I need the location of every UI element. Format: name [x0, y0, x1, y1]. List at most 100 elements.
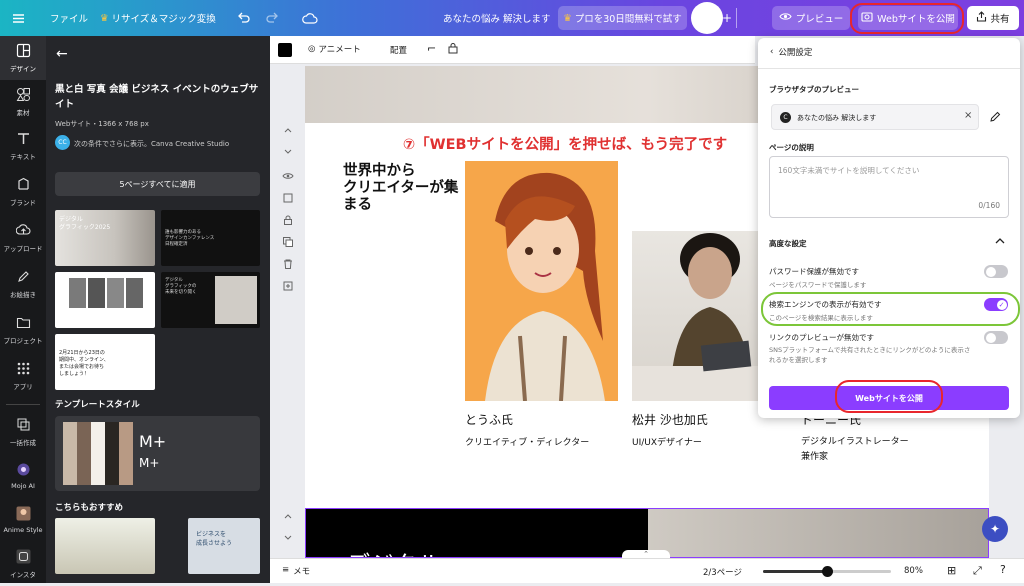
template-thumb[interactable]: 誰も影響力のある デザインカンファレンス 日程確定済 — [161, 210, 260, 266]
pro-trial-button[interactable]: ♛ プロを30日間無料で試す — [558, 6, 687, 30]
rail-item-brand[interactable]: ブランド — [0, 170, 46, 214]
zoom-value[interactable]: 80% — [904, 566, 923, 576]
help-icon[interactable]: ? — [1000, 563, 1006, 576]
description-textarea[interactable]: 160文字未満でサイトを説明してください 0/160 — [769, 156, 1009, 218]
creator-text[interactable]: 次の条件でさらに表示。Canva Creative Studio — [74, 139, 229, 149]
hamburger-icon[interactable] — [12, 0, 25, 36]
preview-button[interactable]: プレビュー — [772, 6, 850, 30]
chevron-down-icon[interactable] — [282, 532, 295, 545]
tab-title: あなたの悩み 解決します — [797, 114, 877, 122]
elements-icon — [16, 87, 31, 104]
eye-icon — [779, 12, 792, 24]
photo-placeholder — [88, 278, 105, 308]
recommend-thumb[interactable]: ビジネスを 成長させよう — [188, 518, 260, 574]
description-label: ページの説明 — [769, 143, 814, 152]
chevron-up-icon[interactable] — [282, 510, 295, 523]
template-thumb[interactable] — [55, 272, 155, 328]
rail-item-projects[interactable]: プロジェクト — [0, 308, 46, 352]
chevron-up-icon[interactable]: ⌃ — [622, 550, 670, 558]
resize-magic-button[interactable]: ♛ リサイズ＆マジック変換 — [100, 0, 216, 36]
apply-all-pages-button[interactable]: 5ページすべてに適用 — [55, 172, 260, 196]
back-arrow-icon[interactable]: ← — [56, 46, 68, 62]
trash-icon[interactable] — [282, 258, 295, 271]
template-thumb[interactable]: 2月21日から23日の 期間中、オンライン、 または会場でお待ち しましょう！ — [55, 334, 155, 390]
template-thumb[interactable]: デジタル グラフィック2025 — [55, 210, 155, 266]
rail-item-draw[interactable]: お絵描き — [0, 262, 46, 306]
back-to-publish-settings[interactable]: ‹ 公開設定 — [770, 46, 812, 58]
chevron-down-icon[interactable] — [282, 146, 295, 159]
link-preview-sub: SNSプラットフォームで共有されたときにリンクがどのように表示されるかを選択しま… — [769, 346, 971, 364]
back-label: 公開設定 — [778, 48, 813, 58]
rail-item-upload[interactable]: アップロード — [0, 216, 46, 260]
template-thumb[interactable]: デジタル グラフィックの 未来を切り開く — [161, 272, 260, 328]
photo-placeholder — [126, 278, 143, 308]
color-swatch[interactable] — [278, 43, 292, 57]
bulk-create-icon — [16, 417, 31, 434]
rail-label: インスタ — [10, 571, 36, 579]
share-button[interactable]: 共有 — [967, 6, 1019, 30]
password-title: パスワード保護が無効です — [769, 267, 859, 276]
zoom-slider-knob[interactable] — [821, 566, 833, 577]
lock-icon[interactable] — [282, 214, 295, 227]
redo-icon[interactable] — [266, 0, 280, 36]
thumb-text: ビジネスを 成長させよう — [196, 531, 233, 547]
recommend-thumb[interactable] — [55, 518, 155, 574]
template-style-card[interactable]: M+ M+ — [55, 416, 260, 491]
page-indicator[interactable]: 2/3ページ — [703, 566, 742, 578]
folder-icon — [16, 315, 31, 332]
anime-style-icon — [16, 506, 31, 523]
password-toggle[interactable] — [984, 265, 1008, 278]
fullscreen-icon[interactable]: ⤢ — [973, 564, 982, 578]
chevron-up-icon[interactable] — [282, 124, 295, 137]
close-icon[interactable]: × — [964, 110, 972, 121]
photo-placeholder — [215, 276, 257, 324]
rail-item-apps[interactable]: アプリ — [0, 354, 46, 398]
person1-photo[interactable] — [465, 161, 618, 401]
add-page-icon[interactable] — [282, 280, 295, 293]
creator-badge[interactable]: CC — [55, 135, 70, 150]
recommend-heading: こちらもおすすめ — [55, 503, 124, 513]
magic-sparkle-icon[interactable]: ✦ — [982, 516, 1008, 542]
rail-label: テキスト — [10, 153, 36, 161]
side-rail: デザイン 素材 テキスト ブランド アップロード お絵描き プロジェクト アプリ… — [0, 36, 46, 583]
top-bar: ファイル ♛ リサイズ＆マジック変換 あなたの悩み 解決します ♛ プロを30日… — [0, 0, 1024, 36]
animate-button[interactable]: ◎ アニメート — [308, 43, 361, 55]
toggle-knob — [985, 266, 996, 277]
notes-button[interactable]: ≡ メモ — [282, 565, 310, 577]
rail-item-bulk-create[interactable]: 一括作成 — [0, 410, 46, 454]
rail-label: 一括作成 — [10, 439, 36, 447]
palette-swatch — [63, 422, 77, 485]
paint-roller-icon[interactable]: ⌐ — [427, 42, 436, 55]
link-preview-toggle[interactable] — [984, 331, 1008, 344]
eye-icon[interactable] — [282, 170, 295, 183]
duplicate-icon[interactable] — [282, 236, 295, 249]
thumb-text: デジタル グラフィック2025 — [59, 216, 111, 231]
person2-name: 松井 沙也加氏 — [632, 413, 708, 427]
fullscreen-icon[interactable] — [282, 192, 295, 205]
document-title[interactable]: あなたの悩み 解決します — [443, 0, 551, 36]
undo-icon[interactable] — [236, 0, 250, 36]
person1-name: とうふ氏 — [465, 413, 514, 427]
rail-item-mojo-ai[interactable]: Mojo AI — [0, 454, 46, 498]
arrange-button[interactable]: 配置 — [390, 44, 407, 56]
banner-text: デジタル — [346, 545, 442, 557]
edit-pencil-icon[interactable] — [982, 104, 1008, 130]
chevron-up-icon[interactable] — [994, 235, 1008, 247]
palette-swatch — [91, 422, 105, 485]
lock-icon[interactable] — [448, 42, 458, 57]
annotation-circle — [835, 380, 943, 413]
rail-item-design[interactable]: デザイン — [0, 36, 46, 80]
file-menu[interactable]: ファイル — [50, 0, 88, 36]
annotation-circle — [850, 3, 964, 34]
zoom-slider[interactable] — [763, 566, 891, 577]
avatar[interactable] — [691, 2, 723, 34]
rail-item-text[interactable]: テキスト — [0, 124, 46, 168]
rail-label: アップロード — [3, 245, 43, 253]
add-collaborator-icon[interactable]: + — [722, 0, 732, 36]
grid-view-icon[interactable]: ⊞ — [947, 564, 956, 577]
rail-item-anime-style[interactable]: Anime Style — [0, 498, 46, 542]
cloud-save-icon[interactable] — [302, 0, 318, 36]
rail-item-elements[interactable]: 素材 — [0, 80, 46, 124]
chevron-left-icon: ‹ — [770, 47, 774, 57]
rail-item-insta[interactable]: インスタ — [0, 542, 46, 586]
